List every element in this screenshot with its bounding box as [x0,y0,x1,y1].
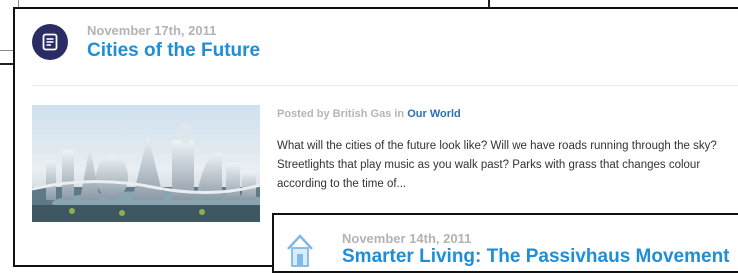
post-meta-prefix: Posted by British Gas in [277,108,405,120]
post-date: November 17th, 2011 [87,23,217,38]
post-excerpt: What will the cities of the future look … [277,140,717,190]
next-post-title-link[interactable]: Smarter Living: The Passivhaus Movement [342,246,730,268]
next-post-card: November 14th, 2011 Smarter Living: The … [272,213,738,273]
next-post-date: November 14th, 2011 [342,231,472,246]
document-icon [32,24,68,60]
post-thumbnail[interactable] [32,105,260,222]
post-title-link[interactable]: Cities of the Future [87,40,260,62]
house-icon [286,233,314,267]
post-meta: Posted by British Gas in Our World [277,108,461,120]
post-category-link[interactable]: Our World [407,108,461,120]
header-divider [32,85,738,86]
